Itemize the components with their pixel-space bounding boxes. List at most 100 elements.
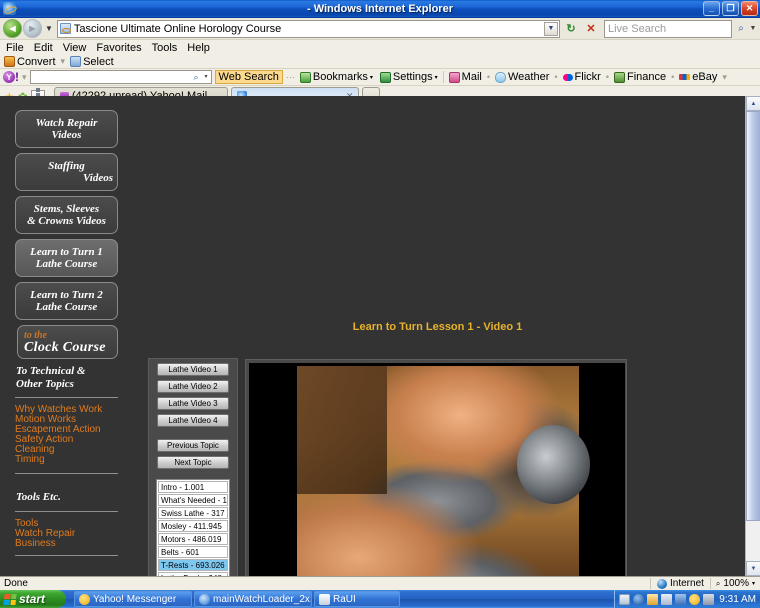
menu-item-favorites[interactable]: Favorites (96, 42, 141, 54)
vertical-scrollbar[interactable]: ▲ ▼ (745, 96, 760, 576)
list-item-selected[interactable]: T-Rests - 693.026 (158, 559, 228, 571)
yahoo-weather-button[interactable]: Weather (493, 70, 551, 84)
sidebar-technical-heading[interactable]: To Technical & Other Topics (16, 365, 118, 391)
previous-topic-button[interactable]: Previous Topic (157, 439, 229, 452)
zoom-icon: ⌕ (715, 578, 721, 588)
list-item[interactable]: Belts - 601 (158, 546, 228, 558)
address-input[interactable]: Tascione Ultimate Online Horology Course (74, 23, 281, 35)
menu-item-tools[interactable]: Tools (152, 42, 178, 54)
scrollbar-thumb[interactable] (746, 111, 760, 521)
yahoo-finance-button[interactable]: Finance (612, 70, 668, 84)
search-icon[interactable]: ⌕ (733, 20, 749, 38)
wireless-icon[interactable] (675, 593, 687, 605)
chapter-list[interactable]: Intro - 1.001 What's Needed - 1 Swiss La… (156, 479, 230, 576)
sidebar-item-watch-repair-videos[interactable]: Watch Repair Videos (15, 110, 118, 148)
finance-icon (613, 71, 625, 83)
security-zone[interactable]: Internet (650, 578, 710, 589)
lathe-video-4-button[interactable]: Lathe Video 4 (157, 414, 229, 427)
sidebar-link-timing[interactable]: Timing (15, 455, 118, 465)
yahoo-toolbar: Y ! ▾ ⌕ ▾ Web Search ⋯ Bookmarks ▾ Setti… (0, 69, 760, 86)
video-frame-image (297, 366, 591, 576)
yahoo-search-caret-icon[interactable]: ▾ (205, 73, 208, 80)
sidebar-item-learn-to-turn-2-lathe-course[interactable]: Learn to Turn 2 Lathe Course (15, 282, 118, 320)
sidebar-link-watch-repair-business[interactable]: Watch Repair Business (15, 529, 118, 549)
yahoo-logo-icon[interactable]: Y ! (3, 70, 19, 84)
maximize-button[interactable]: ❐ (722, 1, 739, 16)
lathe-video-3-button[interactable]: Lathe Video 3 (157, 397, 229, 410)
page-content: Watch Repair Videos Staffing Videos Stem… (0, 96, 760, 576)
taskbar-item-mainwatchloader[interactable]: mainWatchLoader_2x... (194, 591, 312, 607)
minimize-button[interactable]: _ (703, 1, 720, 16)
yahoo-flickr-button[interactable]: Flickr (561, 70, 603, 84)
navigation-bar: ◄ ► ▼ Tascione Ultimate Online Horology … (0, 18, 760, 40)
settings-caret-icon[interactable]: ▾ (435, 74, 438, 81)
list-item[interactable]: What's Needed - 1 (158, 494, 228, 506)
yahoo-settings-button[interactable]: Settings ▾ (378, 70, 440, 84)
yahoo-sep-6: • (671, 72, 675, 82)
scroll-up-arrow-icon[interactable]: ▲ (746, 96, 760, 111)
yahoo-web-search-button[interactable]: Web Search (214, 70, 283, 84)
convert-separator[interactable]: ▾ (61, 56, 66, 67)
next-topic-button[interactable]: Next Topic (157, 456, 229, 469)
yahoo-bookmarks-label: Bookmarks (312, 71, 368, 83)
norton-icon[interactable] (633, 593, 645, 605)
refresh-button[interactable]: ↻ (562, 20, 580, 38)
yahoo-mail-button[interactable]: Mail (447, 70, 484, 84)
yahoo-sep-7[interactable]: ▾ (722, 72, 727, 83)
search-caret-icon[interactable]: ▼ (749, 20, 757, 38)
sidebar-item-staffing-videos[interactable]: Staffing Videos (15, 153, 118, 191)
taskbar-item-yahoo-messenger[interactable]: Yahoo! Messenger (74, 591, 192, 607)
sidebar-item-watch-repair-videos-line1: Watch Repair (35, 117, 98, 129)
folder-icon[interactable] (647, 593, 659, 605)
menu-item-edit[interactable]: Edit (34, 42, 53, 54)
sidebar-item-staffing-videos-line1: Staffing (48, 160, 85, 172)
convert-button[interactable]: Convert (4, 56, 56, 68)
messenger-icon[interactable] (689, 593, 701, 605)
close-button[interactable]: ✕ (741, 1, 758, 16)
scroll-down-arrow-icon[interactable]: ▼ (746, 561, 760, 576)
sidebar-item-learn-to-turn-1-lathe-course[interactable]: Learn to Turn 1 Lathe Course (15, 239, 118, 277)
raui-icon (319, 593, 330, 605)
list-item[interactable]: Mosley - 411.945 (158, 520, 228, 532)
sidebar-item-clock-course[interactable]: to the Clock Course (17, 325, 118, 359)
weather-icon (495, 71, 506, 83)
zoom-control[interactable]: ⌕ 100% ▾ (709, 578, 760, 589)
taskbar-item-raui[interactable]: RaUI (314, 591, 400, 607)
select-button[interactable]: Select (70, 56, 114, 68)
taskbar-clock[interactable]: 9:31 AM (719, 594, 756, 605)
yahoo-ebay-label: eBay (692, 71, 718, 83)
yahoo-messenger-icon (79, 593, 90, 605)
address-bar[interactable]: Tascione Ultimate Online Horology Course… (56, 19, 560, 38)
zoom-level: 100% (723, 578, 749, 589)
menu-item-help[interactable]: Help (187, 42, 210, 54)
list-item[interactable]: Swiss Lathe - 317 (158, 507, 228, 519)
stop-button[interactable]: ✕ (582, 20, 600, 38)
address-dropdown-icon[interactable]: ▼ (544, 21, 558, 36)
yahoo-search-input[interactable]: ⌕ ▾ (29, 70, 212, 84)
menu-item-view[interactable]: View (63, 42, 87, 54)
bookmarks-icon (299, 71, 311, 83)
menu-item-file[interactable]: File (6, 42, 24, 54)
bookmarks-caret-icon[interactable]: ▾ (370, 74, 373, 81)
help-icon[interactable] (619, 593, 631, 605)
yahoo-bookmarks-button[interactable]: Bookmarks ▾ (298, 70, 375, 84)
video-screen[interactable] (249, 363, 625, 576)
ebay-icon (679, 74, 691, 80)
search-input[interactable]: Live Search (604, 19, 732, 38)
history-caret-icon[interactable]: ▼ (45, 24, 53, 33)
sidebar-tools-heading: Tools Etc. (16, 491, 61, 503)
yahoo-ebay-button[interactable]: eBay (677, 70, 719, 84)
back-button[interactable]: ◄ (3, 19, 22, 38)
lathe-video-2-button[interactable]: Lathe Video 2 (157, 380, 229, 393)
forward-button[interactable]: ► (23, 19, 42, 38)
start-button[interactable]: start (0, 590, 66, 608)
lathe-video-1-button[interactable]: Lathe Video 1 (157, 363, 229, 376)
network-icon[interactable] (661, 593, 673, 605)
list-item[interactable]: Motors - 486.019 (158, 533, 228, 545)
list-item[interactable]: Intro - 1.001 (158, 481, 228, 493)
sidebar-item-stems-sleeves-crowns-videos[interactable]: Stems, Sleeves & Crowns Videos (15, 196, 118, 234)
display-icon[interactable] (703, 593, 715, 605)
page-favicon-icon (59, 23, 71, 34)
zoom-caret-icon[interactable]: ▾ (752, 580, 755, 587)
